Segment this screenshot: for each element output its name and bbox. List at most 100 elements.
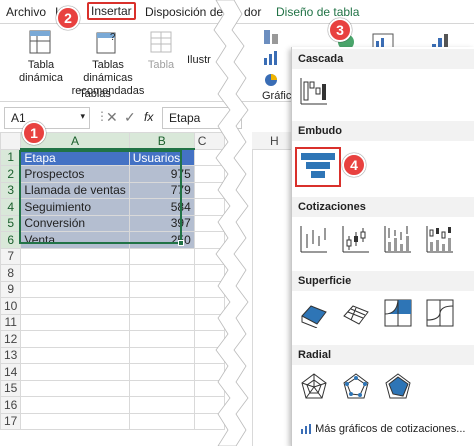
cell[interactable] <box>20 330 130 348</box>
row-header[interactable]: 2 <box>0 165 22 183</box>
cell[interactable] <box>20 247 130 265</box>
cell[interactable] <box>128 297 195 315</box>
row-header[interactable]: 13 <box>0 346 22 364</box>
row-header[interactable]: 1 <box>0 148 22 166</box>
more-stock-charts-link[interactable]: Más gráficos de cotizaciones... <box>300 423 465 435</box>
row-header[interactable]: 9 <box>0 280 22 298</box>
column-header-h[interactable]: H <box>270 134 279 148</box>
radar-markers-icon <box>343 373 369 399</box>
row-header[interactable]: 8 <box>0 264 22 282</box>
cell[interactable] <box>128 379 195 397</box>
data-cell-stage[interactable]: Conversión <box>20 214 130 232</box>
stock-hlc-icon <box>300 226 327 253</box>
cell[interactable] <box>128 412 195 430</box>
insert-waterfall-funnel-stock-menu: Cascada Embudo Cotizaciones Superficie R… <box>291 47 474 446</box>
funnel-chart-item[interactable] <box>295 147 341 187</box>
column-header-b[interactable]: B <box>128 132 195 150</box>
row-header[interactable]: 14 <box>0 363 22 381</box>
cell[interactable] <box>20 396 130 414</box>
surface-3d-icon <box>301 305 327 329</box>
cell[interactable] <box>20 280 130 298</box>
row-header[interactable]: 17 <box>0 412 22 430</box>
column-chart-icon[interactable] <box>262 50 280 66</box>
row-header[interactable]: 3 <box>0 181 22 199</box>
radar-item[interactable] <box>298 371 330 403</box>
name-box-value: A1 <box>11 111 26 125</box>
cell[interactable] <box>128 346 195 364</box>
select-all-corner[interactable] <box>0 132 22 150</box>
table-button[interactable]: Tabla <box>146 30 176 72</box>
step-badge-1: 1 <box>22 121 46 145</box>
section-cotizaciones: Cotizaciones <box>292 197 474 217</box>
cell[interactable] <box>128 280 195 298</box>
tab-archivo[interactable]: Archivo <box>6 5 46 19</box>
data-cell-users[interactable]: 584 <box>128 198 195 216</box>
row-header[interactable]: 11 <box>0 313 22 331</box>
enter-icon[interactable]: ✓ <box>124 109 136 126</box>
stock-vohlc-item[interactable] <box>424 223 456 255</box>
cell[interactable] <box>128 363 195 381</box>
row-header[interactable]: 16 <box>0 396 22 414</box>
fill-handle[interactable] <box>178 240 184 246</box>
section-embudo: Embudo <box>292 121 474 141</box>
surface-3d-item[interactable] <box>298 297 330 329</box>
cell[interactable] <box>128 247 195 265</box>
data-cell-stage[interactable]: Llamada de ventas <box>20 181 130 199</box>
cell[interactable] <box>20 297 130 315</box>
cell[interactable] <box>20 363 130 381</box>
insert-function-icon[interactable]: fx <box>144 110 153 124</box>
row-header[interactable]: 7 <box>0 247 22 265</box>
waterfall-chart-icon <box>300 78 327 105</box>
data-cell-stage[interactable]: Seguimiento <box>20 198 130 216</box>
radar-markers-item[interactable] <box>340 371 372 403</box>
row-header[interactable]: 6 <box>0 231 22 249</box>
tab-diseno-tabla[interactable]: Diseño de tabla <box>276 5 359 19</box>
name-box[interactable]: A1 ▾ <box>4 107 90 129</box>
cell[interactable] <box>128 313 195 331</box>
group-tablas-label: Tablas <box>79 88 111 100</box>
recommended-charts-icon[interactable] <box>262 28 280 46</box>
row-header[interactable]: 5 <box>0 214 22 232</box>
cell[interactable] <box>128 396 195 414</box>
torn-edge-divider <box>213 0 249 446</box>
wireframe-surface-item[interactable] <box>340 297 372 329</box>
step-badge-3: 3 <box>328 18 352 42</box>
tab-insertar[interactable]: Insertar <box>87 2 136 20</box>
row-header[interactable]: 10 <box>0 297 22 315</box>
cell[interactable] <box>20 313 130 331</box>
stock-vhlc-item[interactable] <box>382 223 414 255</box>
stock-ohlc-item[interactable] <box>340 223 372 255</box>
cell[interactable] <box>20 346 130 364</box>
data-cell-users[interactable]: 975 <box>128 165 195 183</box>
wireframe-surface-icon <box>343 305 369 325</box>
data-cell-stage[interactable]: Prospectos <box>20 165 130 183</box>
wireframe-contour-item[interactable] <box>424 297 456 329</box>
data-cell-users[interactable]: 250 <box>128 231 195 249</box>
filled-radar-item[interactable] <box>382 371 414 403</box>
data-cell-stage[interactable]: Venta <box>20 231 130 249</box>
contour-item[interactable] <box>382 297 414 329</box>
radar-icon <box>301 373 327 399</box>
row-header[interactable]: 12 <box>0 330 22 348</box>
worksheet-grid[interactable]: A B C 1 Etapa Usuarios 2 Prospectos 975 … <box>0 132 225 430</box>
pie-chart-icon[interactable] <box>262 72 280 88</box>
cell[interactable] <box>128 330 195 348</box>
pivot-table-icon <box>29 30 53 56</box>
data-cell-users[interactable]: 779 <box>128 181 195 199</box>
cell[interactable] <box>128 264 195 282</box>
header-cell-etapa[interactable]: Etapa <box>20 148 130 166</box>
row-header[interactable]: 4 <box>0 198 22 216</box>
cell[interactable] <box>20 264 130 282</box>
data-cell-users[interactable]: 397 <box>128 214 195 232</box>
cell[interactable] <box>20 379 130 397</box>
section-radial: Radial <box>292 345 474 365</box>
waterfall-chart-item[interactable] <box>298 75 330 107</box>
row-header[interactable]: 15 <box>0 379 22 397</box>
funnel-chart-icon <box>301 153 335 178</box>
cancel-icon[interactable]: ✕ <box>106 109 118 126</box>
stock-hlc-item[interactable] <box>298 223 330 255</box>
sheet-area-right <box>252 132 292 446</box>
cell[interactable] <box>20 412 130 430</box>
header-cell-usuarios[interactable]: Usuarios <box>128 148 195 166</box>
pivot-table-button[interactable]: Tabla dinámica <box>14 30 68 85</box>
